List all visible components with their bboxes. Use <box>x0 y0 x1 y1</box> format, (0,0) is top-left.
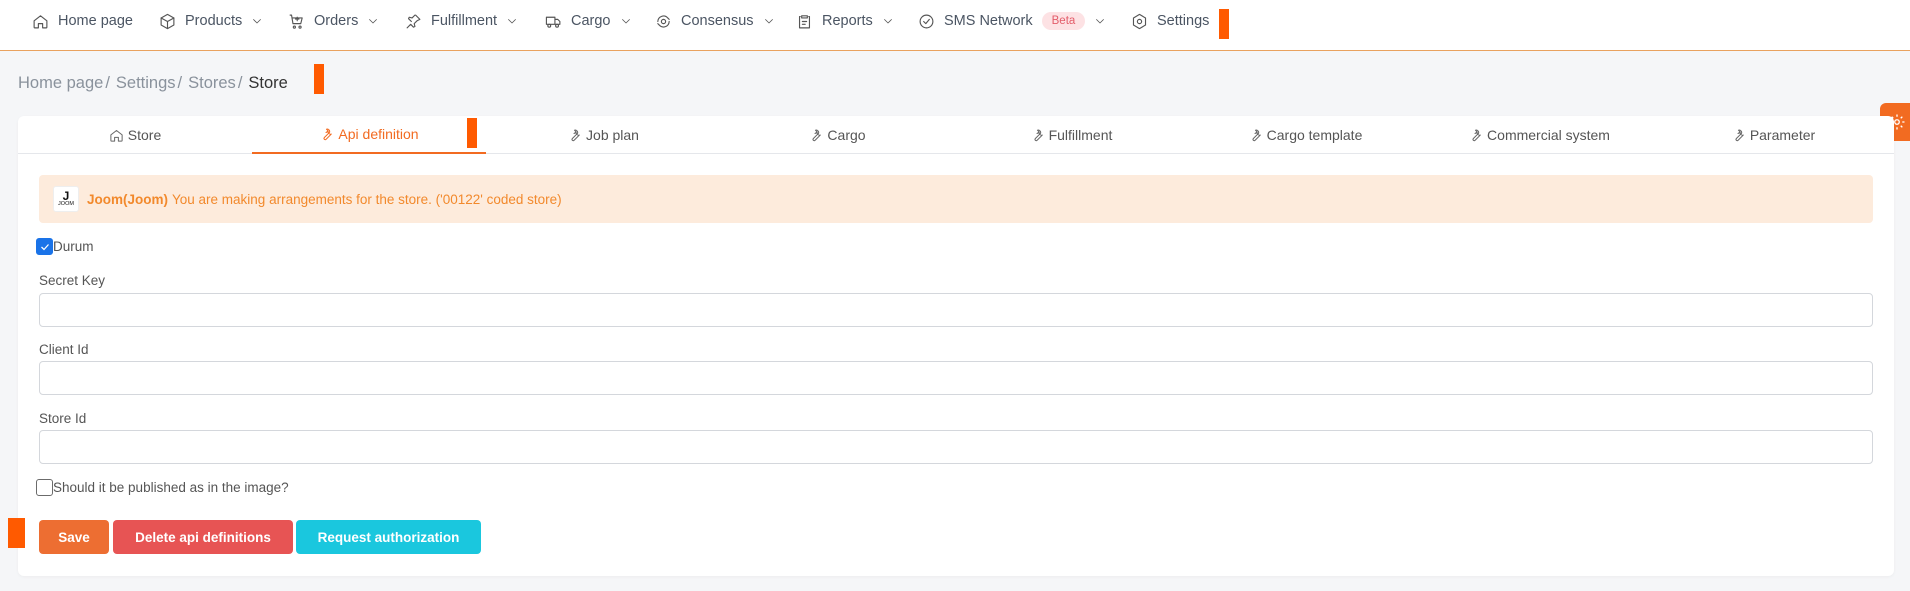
alert-message: You are making arrangements for the stor… <box>172 191 562 207</box>
nav-item-label: SMS Network <box>944 13 1033 29</box>
tab-commercial-system[interactable]: Commercial system <box>1422 116 1656 154</box>
store-id-label: Store Id <box>39 411 87 426</box>
secret-key-label: Secret Key <box>39 273 106 288</box>
highlight-marker <box>1219 9 1229 39</box>
wrench-icon <box>1252 129 1261 141</box>
truck-icon <box>545 16 561 28</box>
wrench-icon <box>1472 129 1481 141</box>
status-checkbox-row[interactable]: Durum <box>36 238 94 255</box>
client-id-label: Client Id <box>39 342 89 357</box>
highlight-marker <box>8 518 25 548</box>
chevron-down-icon <box>883 19 892 24</box>
tab-job-plan[interactable]: Job plan <box>486 116 720 154</box>
nav-item-label: Products <box>185 13 243 29</box>
tab-store[interactable]: Store <box>18 116 252 154</box>
tab-cargo-template[interactable]: Cargo template <box>1188 116 1422 154</box>
nav-item-label: Orders <box>314 13 359 29</box>
tab-fulfillment[interactable]: Fulfillment <box>954 116 1188 154</box>
breadcrumb-stores[interactable]: Stores <box>188 74 236 93</box>
cube-icon <box>160 13 175 29</box>
nav-item-products[interactable]: Products <box>159 0 263 42</box>
store-id-input[interactable] <box>39 430 1873 464</box>
chevron-down-icon <box>1096 19 1105 24</box>
wrench-icon <box>571 129 580 141</box>
highlight-marker <box>467 118 477 148</box>
publish-checkbox[interactable] <box>36 479 53 496</box>
breadcrumb-home-page[interactable]: Home page <box>18 74 103 93</box>
publish-checkbox-row[interactable]: Should it be published as in the image? <box>36 479 289 496</box>
nav-item-label: Home page <box>58 13 133 29</box>
chevron-down-icon <box>764 19 773 24</box>
breadcrumb-settings[interactable]: Settings <box>116 74 176 93</box>
top-navigation: Home page Products Orders Fulfillment Ca… <box>0 0 1910 51</box>
tab-label: Cargo template <box>1266 127 1363 143</box>
chevron-down-icon <box>369 19 378 24</box>
tab-label: Api definition <box>338 126 419 142</box>
pin-icon <box>406 14 421 28</box>
secret-key-input[interactable] <box>39 293 1873 327</box>
wrench-icon <box>1034 129 1043 141</box>
chevron-down-icon <box>508 19 516 24</box>
wrench-icon <box>812 129 822 141</box>
store-card: Store Api definition Job plan Cargo Fulf… <box>18 116 1894 576</box>
tab-label: Store <box>127 127 162 143</box>
home-icon <box>110 129 123 142</box>
nav-item-settings[interactable]: Settings <box>1131 0 1209 42</box>
request-authorization-button[interactable]: Request authorization <box>296 520 481 554</box>
nav-item-label: Fulfillment <box>431 13 498 29</box>
tab-bar: Store Api definition Job plan Cargo Fulf… <box>18 116 1894 154</box>
publish-label: Should it be published as in the image? <box>53 480 289 495</box>
delete-api-definitions-button[interactable]: Delete api definitions <box>113 520 293 554</box>
nav-item-reports[interactable]: Reports <box>796 0 894 42</box>
wrench-icon <box>1735 129 1744 141</box>
hexagon-gear-icon <box>1132 13 1147 29</box>
cycle-icon <box>657 15 670 27</box>
status-label: Durum <box>53 239 94 254</box>
home-icon <box>33 14 48 28</box>
client-id-input[interactable] <box>39 361 1873 395</box>
tab-label: Fulfillment <box>1048 127 1113 143</box>
check-circle-icon <box>919 14 934 28</box>
nav-item-consensus[interactable]: Consensus <box>655 0 775 42</box>
wrench-icon <box>323 128 333 140</box>
checkmark-icon <box>40 243 49 250</box>
nav-item-label: Cargo <box>571 13 611 29</box>
nav-item-label: Reports <box>822 13 873 29</box>
tab-cargo[interactable]: Cargo <box>720 116 954 154</box>
joom-logo: J JOOM <box>53 186 79 212</box>
tab-parameter[interactable]: Parameter <box>1656 116 1890 154</box>
tab-api-definition[interactable]: Api definition <box>252 116 486 154</box>
save-button[interactable]: Save <box>39 520 109 554</box>
clipboard-icon <box>798 14 811 28</box>
cart-icon <box>289 14 303 29</box>
nav-item-orders[interactable]: Orders <box>288 0 379 42</box>
tab-label: Parameter <box>1749 127 1816 143</box>
breadcrumb-current: Store <box>248 73 288 92</box>
tab-label: Job plan <box>586 127 639 143</box>
alert-store-name: Joom(Joom) <box>87 191 168 207</box>
breadcrumb: Home page / Settings / Stores / Store <box>18 73 288 93</box>
nav-item-label: Consensus <box>681 13 754 29</box>
status-checkbox[interactable] <box>36 238 53 255</box>
beta-badge: Beta <box>1041 12 1086 30</box>
tab-label: Commercial system <box>1487 127 1610 143</box>
nav-item-label: Settings <box>1157 13 1210 29</box>
chevron-down-icon <box>621 19 630 24</box>
store-alert: J JOOM Joom(Joom) You are making arrange… <box>39 175 1873 223</box>
nav-item-home-page[interactable]: Home page <box>32 0 133 42</box>
nav-item-sms-network[interactable]: SMS Network Beta <box>918 0 1106 42</box>
nav-item-fulfillment[interactable]: Fulfillment <box>405 0 518 42</box>
nav-item-cargo[interactable]: Cargo <box>545 0 632 42</box>
chevron-down-icon <box>253 19 262 24</box>
tab-label: Cargo <box>827 127 866 143</box>
highlight-marker <box>314 64 324 94</box>
